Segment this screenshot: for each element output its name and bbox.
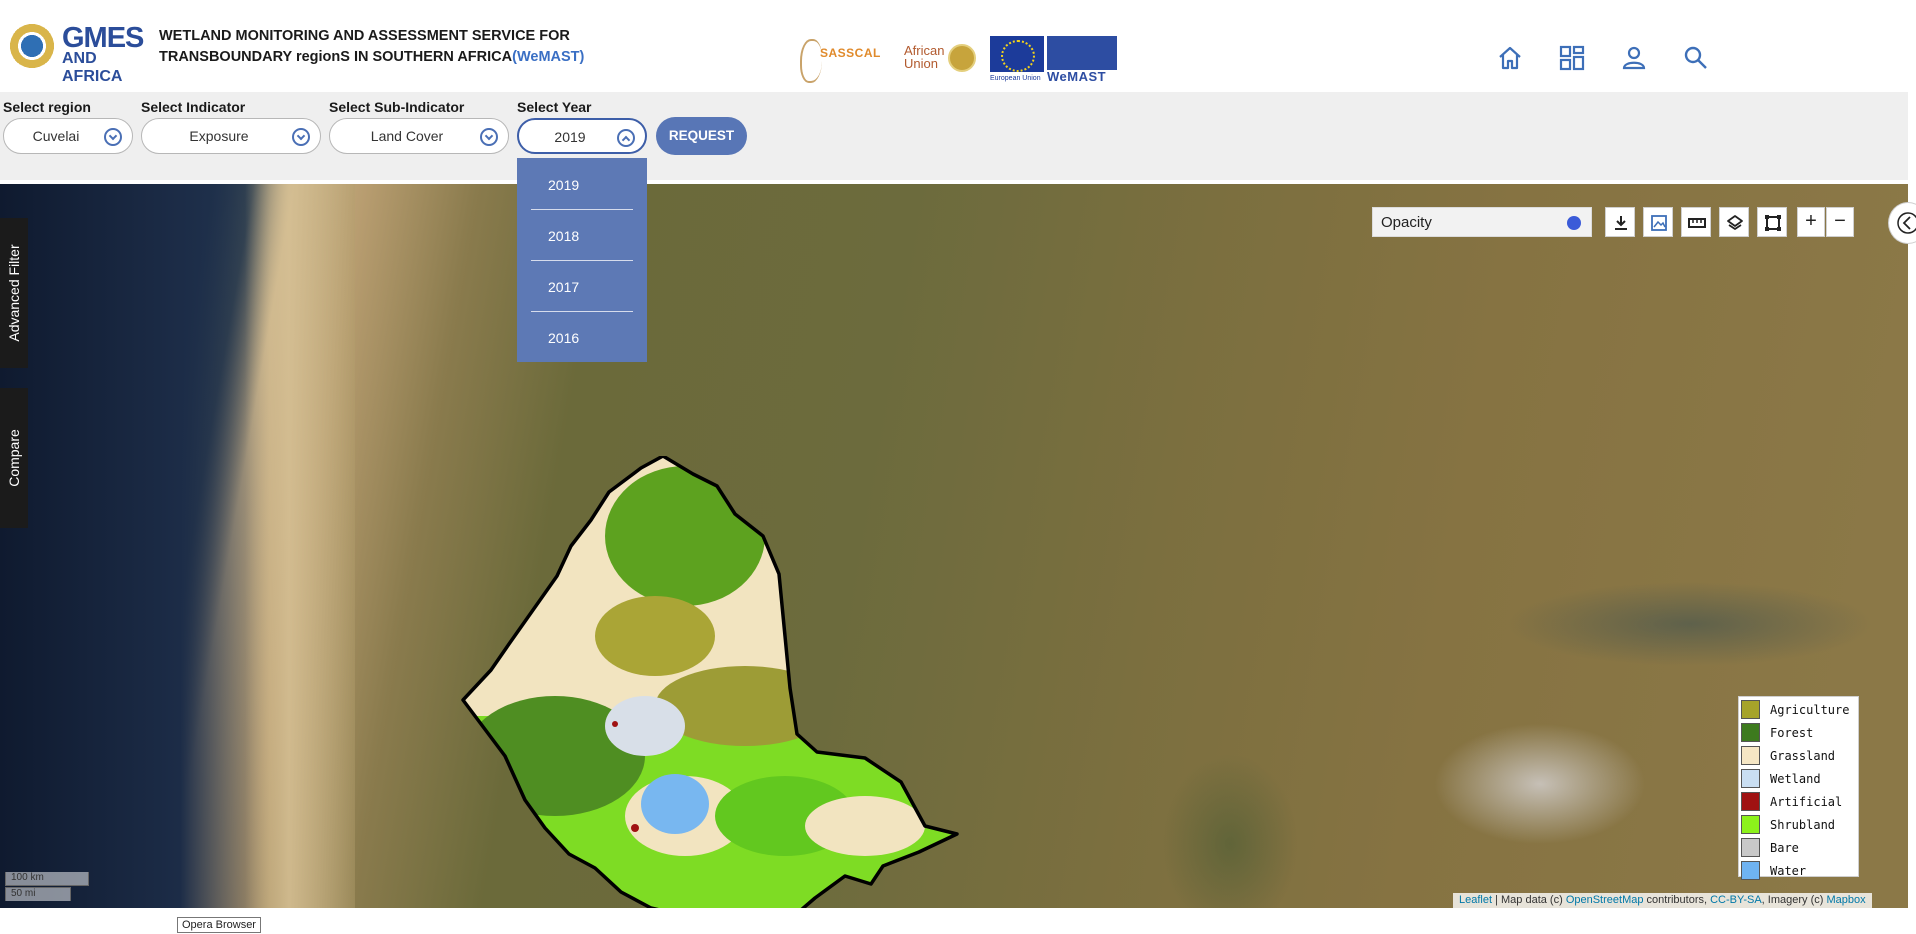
zoom-in-button[interactable]: + xyxy=(1797,207,1825,237)
region-label: Select region xyxy=(3,99,91,115)
zoom-out-button[interactable]: − xyxy=(1826,207,1854,237)
page-title: WETLAND MONITORING AND ASSESSMENT SERVIC… xyxy=(159,26,584,68)
license-link[interactable]: CC-BY-SA xyxy=(1710,894,1762,906)
opacity-slider[interactable]: Opacity xyxy=(1372,207,1592,237)
legend-item: Water xyxy=(1741,860,1859,882)
user-icon[interactable] xyxy=(1620,44,1648,72)
request-button[interactable]: REQUEST xyxy=(656,117,747,155)
year-option-2018[interactable]: 2018 xyxy=(517,211,647,261)
legend-swatch xyxy=(1741,792,1760,811)
logo-text-top: GMES xyxy=(62,22,144,54)
cuvelai-basin-layer xyxy=(461,456,959,908)
legend-swatch xyxy=(1741,723,1760,742)
indicator-label: Select Indicator xyxy=(141,99,246,115)
download-button[interactable] xyxy=(1605,207,1635,237)
mapbox-link[interactable]: Mapbox xyxy=(1826,894,1865,906)
au-globe-icon xyxy=(948,44,976,72)
logo-text-bottom: AND AFRICA xyxy=(62,50,123,85)
layers-button[interactable] xyxy=(1719,207,1749,237)
search-icon[interactable] xyxy=(1682,44,1710,72)
region-select[interactable]: Cuvelai xyxy=(3,118,133,154)
legend-swatch xyxy=(1741,861,1760,880)
eu-stars-icon xyxy=(1001,40,1035,72)
title-highlight: (WeMAST) xyxy=(512,49,585,65)
legend-item: Bare xyxy=(1741,837,1859,859)
scale-mi: 50 mi xyxy=(5,887,71,901)
layers-icon xyxy=(1727,215,1743,230)
filter-bar: Select region Cuvelai Select Indicator E… xyxy=(0,92,1908,180)
legend-item: Wetland xyxy=(1741,768,1859,790)
gmes-africa-logo[interactable]: GMES AND AFRICA xyxy=(9,22,154,85)
map-attribution: Leaflet | Map data (c) OpenStreetMap con… xyxy=(1453,893,1872,908)
year-label: Select Year xyxy=(517,99,592,115)
eu-label: European Union xyxy=(990,75,1041,82)
scale-km: 100 km xyxy=(5,872,89,886)
legend-item: Shrubland xyxy=(1741,814,1859,836)
opacity-slider-handle[interactable] xyxy=(1567,216,1581,230)
image-export-button[interactable] xyxy=(1643,207,1673,237)
opacity-label: Opacity xyxy=(1381,214,1432,231)
indicator-select[interactable]: Exposure xyxy=(141,118,321,154)
sasscal-logo: SASSCAL xyxy=(800,36,886,83)
download-icon xyxy=(1615,216,1627,230)
leaflet-link[interactable]: Leaflet xyxy=(1459,894,1492,906)
osm-link[interactable]: OpenStreetMap xyxy=(1566,894,1644,906)
year-option-2016[interactable]: 2016 xyxy=(517,313,647,363)
sub-indicator-select[interactable]: Land Cover xyxy=(329,118,509,154)
fullscreen-button[interactable] xyxy=(1757,207,1787,237)
title-line-1: WETLAND MONITORING AND ASSESSMENT SERVIC… xyxy=(159,28,570,44)
app-header: GMES AND AFRICA WETLAND MONITORING AND A… xyxy=(0,0,1916,92)
dashboard-icon[interactable] xyxy=(1558,44,1586,72)
year-option-2017[interactable]: 2017 xyxy=(517,262,647,312)
legend-item: Grassland xyxy=(1741,745,1859,767)
legend-item: Artificial xyxy=(1741,791,1859,813)
measure-button[interactable] xyxy=(1681,207,1711,237)
fullscreen-icon xyxy=(1765,215,1781,231)
browser-tooltip: Opera Browser xyxy=(177,917,261,933)
legend-swatch xyxy=(1741,815,1760,834)
chevron-down-icon xyxy=(292,128,310,146)
title-line-2: TRANSBOUNDARY regionS IN SOUTHERN AFRICA xyxy=(159,49,513,65)
image-icon xyxy=(1651,215,1667,231)
chevron-down-icon xyxy=(480,128,498,146)
advanced-filter-tab[interactable]: Advanced Filter xyxy=(0,218,28,368)
legend-swatch xyxy=(1741,769,1760,788)
african-union-logo: African Union xyxy=(904,44,976,72)
legend-item: Agriculture xyxy=(1741,699,1859,721)
legend-swatch xyxy=(1741,746,1760,765)
land-cover-legend: Agriculture Forest Grassland Wetland Art… xyxy=(1738,696,1859,880)
legend-swatch xyxy=(1741,838,1760,857)
chevron-down-icon xyxy=(104,128,122,146)
sub-indicator-label: Select Sub-Indicator xyxy=(329,99,465,115)
home-icon[interactable] xyxy=(1496,44,1524,72)
year-select[interactable]: 2019 xyxy=(517,118,647,154)
eu-flag-logo xyxy=(990,36,1044,72)
wemast-logo: WeMAST xyxy=(1047,36,1117,84)
chevron-left-icon xyxy=(1897,212,1916,234)
compare-tab[interactable]: Compare xyxy=(0,388,28,528)
legend-swatch xyxy=(1741,700,1760,719)
legend-item: Forest xyxy=(1741,722,1859,744)
year-option-2019[interactable]: 2019 xyxy=(517,160,647,210)
ruler-icon xyxy=(1688,218,1706,228)
au-emblem-icon xyxy=(9,23,55,69)
map-view[interactable] xyxy=(0,184,1908,908)
chevron-up-icon xyxy=(617,129,635,147)
year-dropdown-menu: 2019 2018 2017 2016 xyxy=(517,158,647,362)
